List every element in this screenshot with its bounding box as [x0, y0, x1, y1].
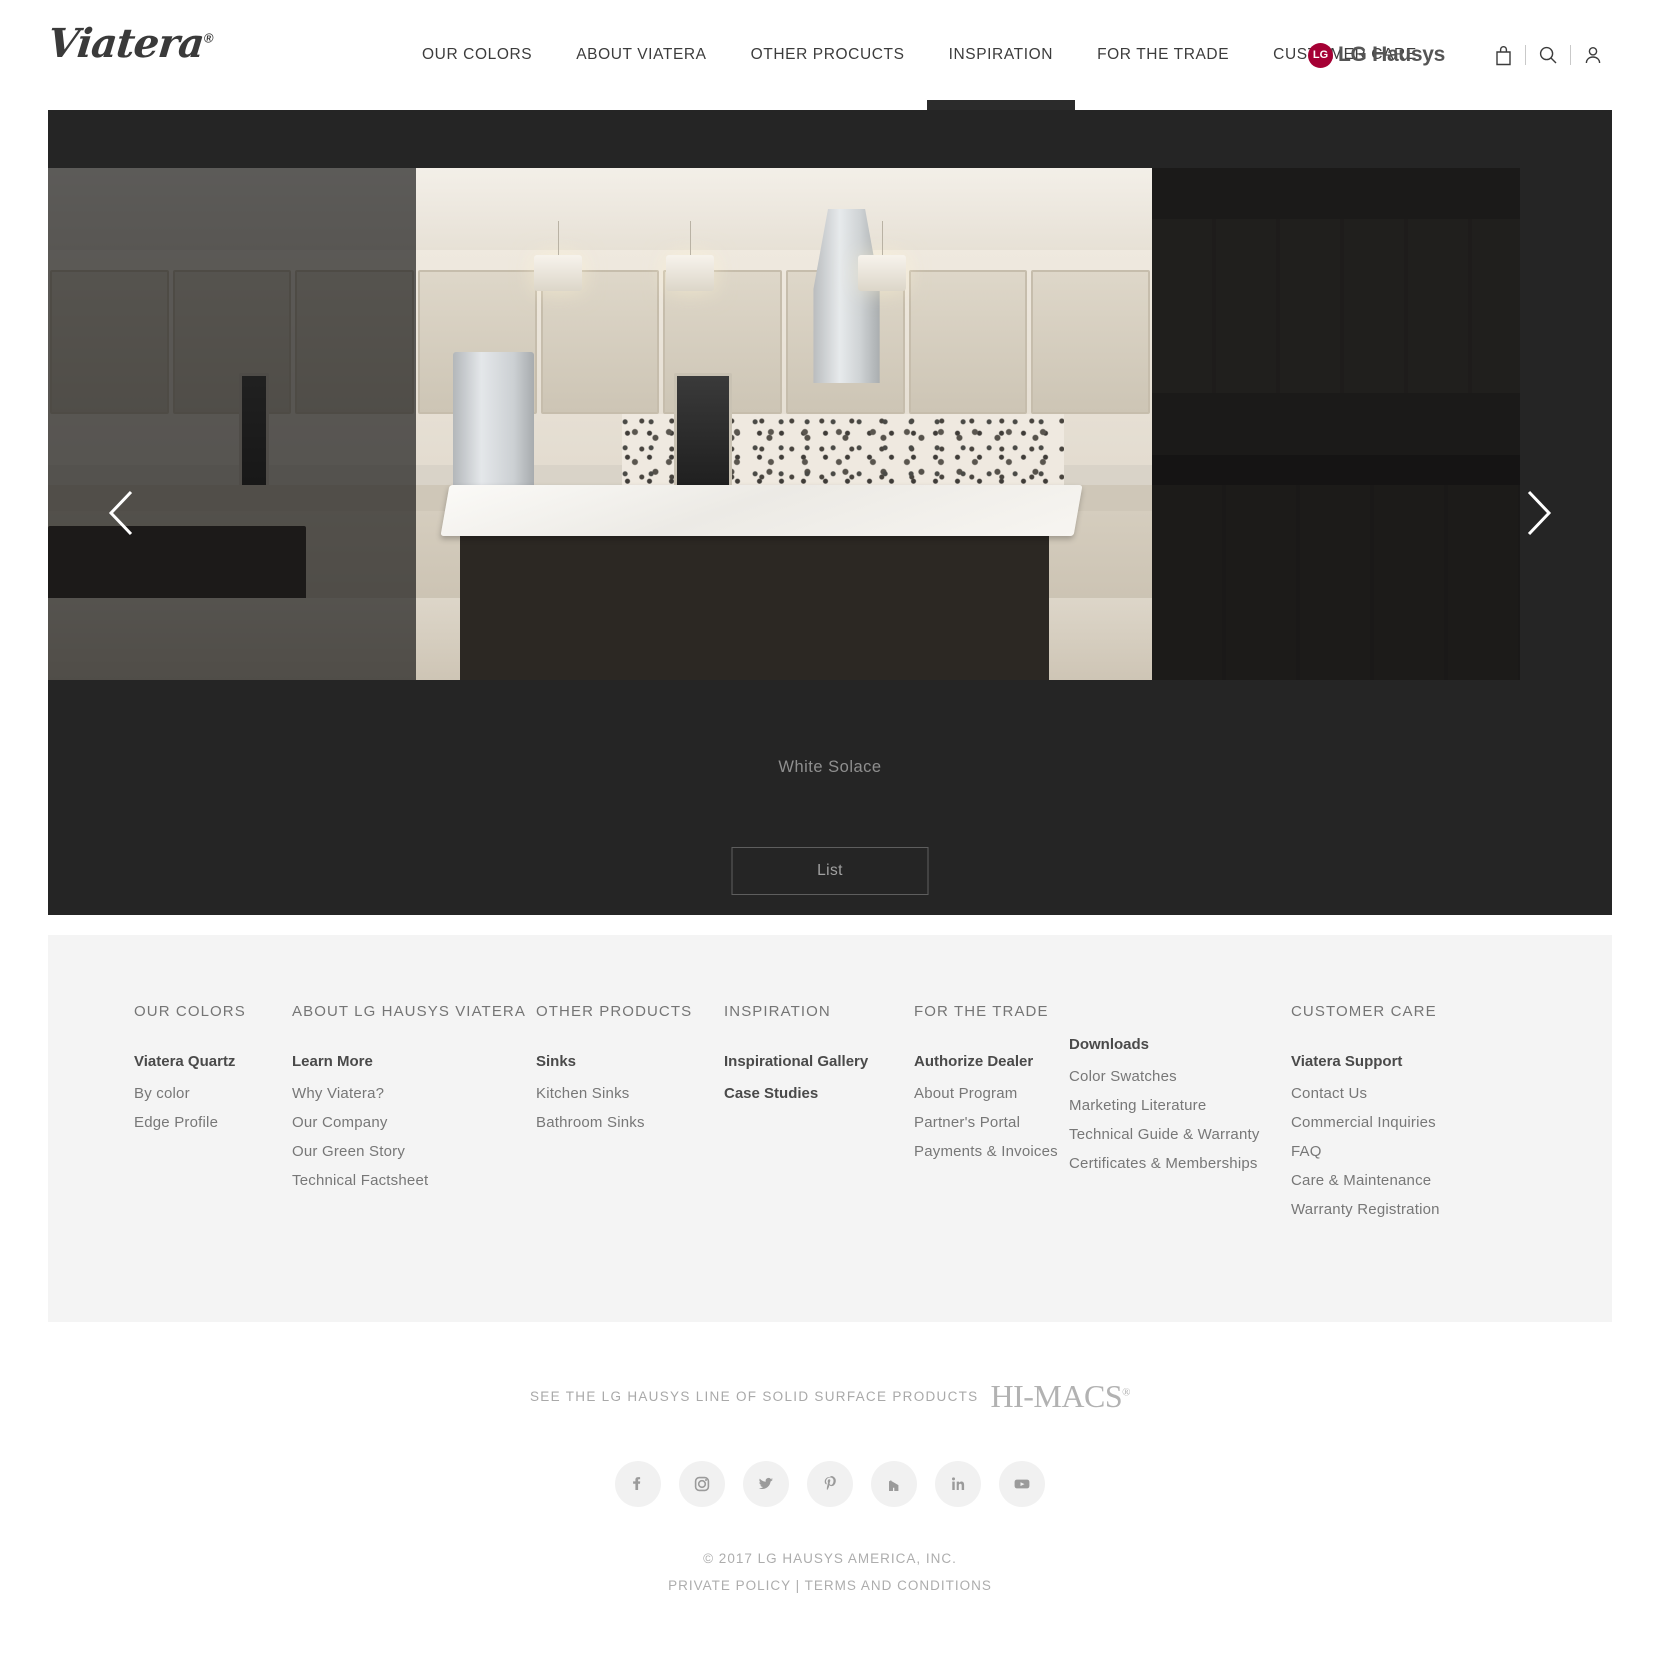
footer-group-title[interactable]: Sinks [536, 1053, 724, 1070]
footer-group-title[interactable]: Viatera Support [1291, 1053, 1491, 1070]
lg-circle-mark: LG [1307, 42, 1333, 68]
footer-link[interactable]: Contact Us [1291, 1085, 1491, 1102]
footer-column-heading: OTHER PRODUCTS [536, 1003, 693, 1020]
footer-link[interactable]: Partner's Portal [914, 1114, 1069, 1131]
footer-link[interactable]: Commercial Inquiries [1291, 1114, 1491, 1131]
footer-column-6: Downloads Color Swatches Marketing Literat… [1069, 993, 1291, 1230]
footer-group-title[interactable]: Downloads [1069, 1036, 1291, 1053]
list-button[interactable]: List [731, 847, 929, 895]
footer-link[interactable]: Our Green Story [292, 1143, 536, 1160]
youtube-icon[interactable] [999, 1461, 1045, 1507]
himacs-logo-text: HI-MACS [990, 1378, 1123, 1414]
footer-link[interactable]: Marketing Literature [1069, 1097, 1291, 1114]
terms-link[interactable]: TERMS AND CONDITIONS [805, 1578, 992, 1593]
footer-link[interactable]: About Program [914, 1085, 1069, 1102]
twitter-icon[interactable] [743, 1461, 789, 1507]
footer-column-heading: INSPIRATION [724, 1003, 831, 1020]
footer-group-title[interactable]: Learn More [292, 1053, 536, 1070]
carousel-slide-previous[interactable] [48, 168, 416, 680]
footer-link[interactable]: Kitchen Sinks [536, 1085, 724, 1102]
footer-link[interactable]: Warranty Registration [1291, 1201, 1491, 1218]
footer-group-title[interactable]: Authorize Dealer [914, 1053, 1069, 1070]
site-header: Viatera® OUR COLORS ABOUT VIATERA OTHER PR… [0, 0, 1660, 110]
instagram-icon[interactable] [679, 1461, 725, 1507]
logo-text: Viatera [45, 20, 206, 67]
footer-link[interactable]: Edge Profile [134, 1114, 292, 1131]
privacy-policy-link[interactable]: PRIVATE POLICY [668, 1578, 791, 1593]
himacs-logo[interactable]: HI-MACS® [990, 1378, 1131, 1415]
houzz-icon[interactable] [871, 1461, 917, 1507]
account-icon[interactable] [1571, 33, 1615, 77]
footer-link[interactable]: Our Company [292, 1114, 536, 1131]
footer-column-3: OTHER PRODUCTS Sinks Kitchen Sinks Bathroom… [536, 993, 724, 1230]
footer-column-heading: FOR THE TRADE [914, 1003, 1049, 1020]
linkedin-icon[interactable] [935, 1461, 981, 1507]
footer-column-4: INSPIRATION Inspirational Gallery Case Stu… [724, 993, 914, 1230]
lg-hausys-logo[interactable]: LG LG Hausys [1307, 42, 1445, 68]
slide-image-previous [48, 168, 416, 680]
footer-link[interactable]: By color [134, 1085, 292, 1102]
himacs-tagline: SEE THE LG HAUSYS LINE OF SOLID SURFACE … [530, 1389, 979, 1404]
footer-column-heading: ABOUT LG HAUSYS VIATERA [292, 1003, 526, 1020]
nav-item-inspiration[interactable]: INSPIRATION [926, 0, 1076, 110]
himacs-registered-mark: ® [1122, 1386, 1130, 1399]
search-icon[interactable] [1526, 33, 1570, 77]
slide-image-active [416, 168, 1152, 680]
shopping-bag-icon[interactable] [1481, 33, 1525, 77]
legal-separator: | [790, 1578, 805, 1593]
facebook-icon[interactable] [615, 1461, 661, 1507]
social-links [0, 1461, 1660, 1507]
footer-link[interactable]: Technical Guide & Warranty [1069, 1126, 1291, 1143]
hero-carousel: White Solace List [48, 110, 1612, 915]
nav-item-other-procucts[interactable]: OTHER PROCUCTS [729, 0, 927, 110]
hero-caption: White Solace [778, 758, 882, 776]
main-navigation: OUR COLORS ABOUT VIATERA OTHER PROCUCTS INS… [400, 0, 1439, 110]
nav-item-our-colors[interactable]: OUR COLORS [400, 0, 554, 110]
carousel-slide-active[interactable] [416, 168, 1152, 680]
viatera-logo[interactable]: Viatera® [46, 20, 214, 67]
footer-link[interactable]: FAQ [1291, 1143, 1491, 1160]
nav-item-about-viatera[interactable]: ABOUT VIATERA [554, 0, 728, 110]
footer-column-heading: CUSTOMER CARE [1291, 1003, 1437, 1020]
lg-hausys-label: LG Hausys [1337, 43, 1445, 66]
footer-group-title[interactable]: Inspirational Gallery [724, 1053, 914, 1070]
footer-link[interactable]: Payments & Invoices [914, 1143, 1069, 1160]
carousel-prev-arrow-icon[interactable] [92, 483, 152, 543]
footer-column-1: OUR COLORS Viatera Quartz By color Edge Pro… [134, 993, 292, 1230]
legal-links: PRIVATE POLICY | TERMS AND CONDITIONS [0, 1578, 1660, 1593]
himacs-promo: SEE THE LG HAUSYS LINE OF SOLID SURFACE … [0, 1378, 1660, 1415]
footer-group-title[interactable]: Viatera Quartz [134, 1053, 292, 1070]
header-utility-area: LG LG Hausys [1307, 0, 1615, 110]
slide-image-next [1152, 168, 1520, 680]
footer-column-2: ABOUT LG HAUSYS VIATERA Learn More Why Via… [292, 993, 536, 1230]
footer-link[interactable]: Color Swatches [1069, 1068, 1291, 1085]
footer-group-title[interactable]: Case Studies [724, 1085, 914, 1102]
footer-link[interactable]: Why Viatera? [292, 1085, 536, 1102]
nav-item-for-the-trade[interactable]: FOR THE TRADE [1075, 0, 1251, 110]
footer-link-columns: OUR COLORS Viatera Quartz By color Edge Pro… [48, 935, 1612, 1322]
copyright-text: © 2017 LG HAUSYS AMERICA, INC. [703, 1551, 957, 1566]
footer-bottom: SEE THE LG HAUSYS LINE OF SOLID SURFACE … [0, 1322, 1660, 1635]
carousel-next-arrow-icon[interactable] [1508, 483, 1568, 543]
footer-column-heading: OUR COLORS [134, 1003, 246, 1020]
footer-column-5: FOR THE TRADE Authorize Dealer About Progr… [914, 993, 1069, 1230]
carousel-slides [48, 168, 1612, 680]
footer-link[interactable]: Bathroom Sinks [536, 1114, 724, 1131]
footer-link[interactable]: Care & Maintenance [1291, 1172, 1491, 1189]
logo-registered-mark: ® [203, 30, 214, 46]
footer-link[interactable]: Certificates & Memberships [1069, 1155, 1291, 1172]
footer-column-7: CUSTOMER CARE Viatera Support Contact Us Co… [1291, 993, 1491, 1230]
carousel-slide-next[interactable] [1152, 168, 1520, 680]
footer-link[interactable]: Technical Factsheet [292, 1172, 536, 1189]
pinterest-icon[interactable] [807, 1461, 853, 1507]
